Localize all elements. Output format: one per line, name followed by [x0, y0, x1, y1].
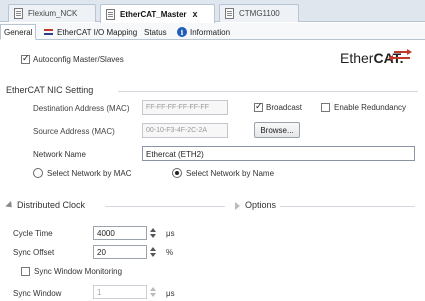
tab-label: General: [4, 27, 33, 37]
document-icon: [14, 8, 23, 19]
dest-address-field[interactable]: FF-FF-FF-FF-FF-FF: [142, 100, 228, 115]
broadcast-label: Broadcast: [266, 103, 303, 112]
tab-status[interactable]: Status: [140, 24, 171, 40]
sync-window-unit: μs: [166, 289, 175, 298]
document-icon: [106, 8, 115, 20]
tab-ethercat-master[interactable]: EtherCAT_Master x: [100, 4, 215, 23]
tab-label: Status: [144, 27, 167, 37]
tab-label: CTMG1100: [239, 9, 280, 18]
expand-triangle-icon[interactable]: [235, 202, 240, 210]
tab-label: Information: [190, 27, 231, 37]
sync-offset-stepper[interactable]: [149, 245, 157, 259]
source-address-field[interactable]: 00-10-F3-4F-2C-2A: [142, 123, 228, 138]
collapse-triangle-icon[interactable]: [5, 200, 15, 211]
divider: [105, 206, 225, 207]
dest-address-label: Destination Address (MAC): [33, 104, 130, 113]
cycle-time-label: Cycle Time: [13, 229, 53, 238]
sync-window-input[interactable]: 1: [93, 285, 147, 299]
browse-button[interactable]: Browse...: [254, 122, 300, 138]
tab-label: EtherCAT_Master: [120, 9, 187, 19]
select-by-name-radio[interactable]: [172, 168, 182, 178]
sync-window-stepper[interactable]: [149, 285, 157, 299]
cycle-time-stepper[interactable]: [149, 226, 157, 240]
network-name-field[interactable]: Ethercat (ETH2): [142, 146, 415, 161]
tab-flexium-nck[interactable]: Flexium_NCK: [8, 4, 96, 22]
broadcast-checkbox[interactable]: [254, 102, 263, 112]
tab-io-mapping[interactable]: EtherCAT I/O Mapping: [40, 24, 141, 40]
autoconfig-checkbox[interactable]: [21, 54, 30, 64]
dc-section-title: Distributed Clock: [17, 200, 86, 210]
redundancy-label: Enable Redundancy: [334, 103, 407, 112]
ethercat-icon: [44, 29, 53, 35]
document-icon: [225, 8, 234, 19]
sync-offset-label: Sync Offset: [13, 248, 55, 257]
divider: [280, 206, 415, 207]
sync-window-monitoring-label: Sync Window Monitoring: [34, 267, 123, 276]
logo-arrow-icon: [388, 55, 410, 61]
sync-window-label: Sync Window: [13, 289, 62, 298]
divider: [118, 91, 418, 92]
tab-label: Flexium_NCK: [28, 9, 78, 18]
sync-window-monitoring-checkbox[interactable]: [21, 267, 30, 276]
tab-ctmg1100[interactable]: CTMG1100: [219, 4, 299, 22]
close-icon[interactable]: x: [193, 9, 198, 19]
select-by-mac-label: Select Network by MAC: [47, 169, 132, 178]
sub-tab-bar: General EtherCAT I/O Mapping Status i In…: [0, 23, 425, 40]
tab-label: EtherCAT I/O Mapping: [57, 27, 138, 37]
source-address-label: Source Address (MAC): [33, 127, 115, 136]
tab-general[interactable]: General: [0, 24, 37, 40]
tab-information[interactable]: i Information: [173, 24, 234, 40]
editor-tab-bar: Flexium_NCK EtherCAT_Master x CTMG1100: [0, 0, 425, 23]
select-by-mac-radio[interactable]: [33, 168, 43, 178]
logo-arrow-icon: [392, 49, 412, 61]
redundancy-checkbox[interactable]: [321, 103, 330, 112]
info-icon: i: [177, 27, 187, 37]
sync-offset-unit: %: [166, 248, 174, 257]
cycle-time-input[interactable]: 4000: [93, 226, 147, 240]
autoconfig-label: Autoconfig Master/Slaves: [33, 55, 124, 64]
select-by-name-label: Select Network by Name: [186, 169, 275, 178]
options-section-title[interactable]: Options: [245, 200, 276, 210]
network-name-label: Network Name: [33, 150, 86, 159]
sync-offset-input[interactable]: 20: [93, 245, 147, 259]
nic-section-title: EtherCAT NIC Setting: [6, 85, 94, 95]
cycle-time-unit: μs: [166, 229, 175, 238]
logo-text-ether: Ether: [340, 50, 374, 66]
